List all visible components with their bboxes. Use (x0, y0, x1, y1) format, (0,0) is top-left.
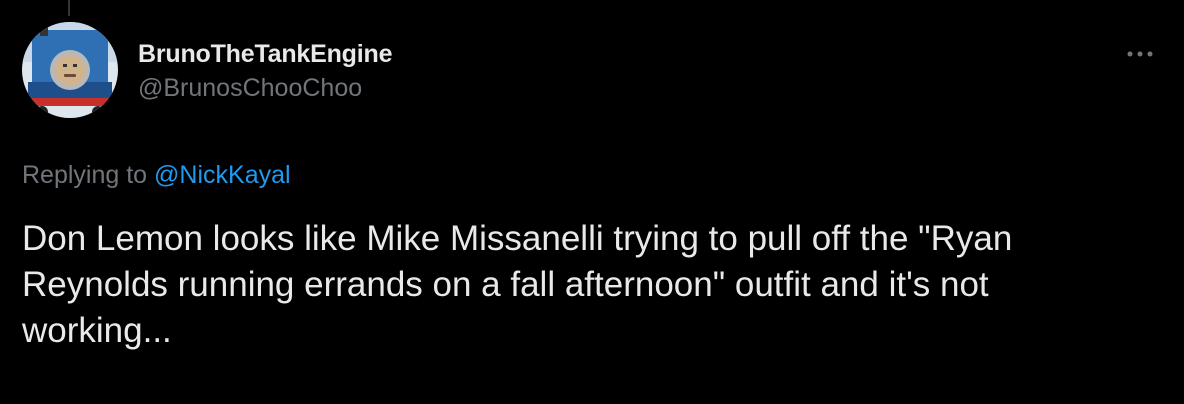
more-horizontal-icon[interactable] (1122, 42, 1158, 66)
thread-connector-line (68, 0, 70, 16)
display-name[interactable]: BrunoTheTankEngine (138, 38, 392, 70)
avatar[interactable] (22, 22, 118, 118)
reply-mention-link[interactable]: @NickKayal (154, 161, 291, 189)
tweet-header: BrunoTheTankEngine @BrunosChooChoo (22, 22, 1162, 118)
author-names[interactable]: BrunoTheTankEngine @BrunosChooChoo (138, 38, 392, 104)
user-handle[interactable]: @BrunosChooChoo (138, 72, 392, 104)
tweet-text: Don Lemon looks like Mike Missanelli try… (22, 219, 1013, 350)
tweet: BrunoTheTankEngine @BrunosChooChoo Reply… (22, 22, 1162, 354)
replying-to-label: Replying to (22, 161, 155, 189)
replying-to: Replying to @NickKayal (22, 160, 1162, 190)
avatar-image (22, 22, 118, 118)
